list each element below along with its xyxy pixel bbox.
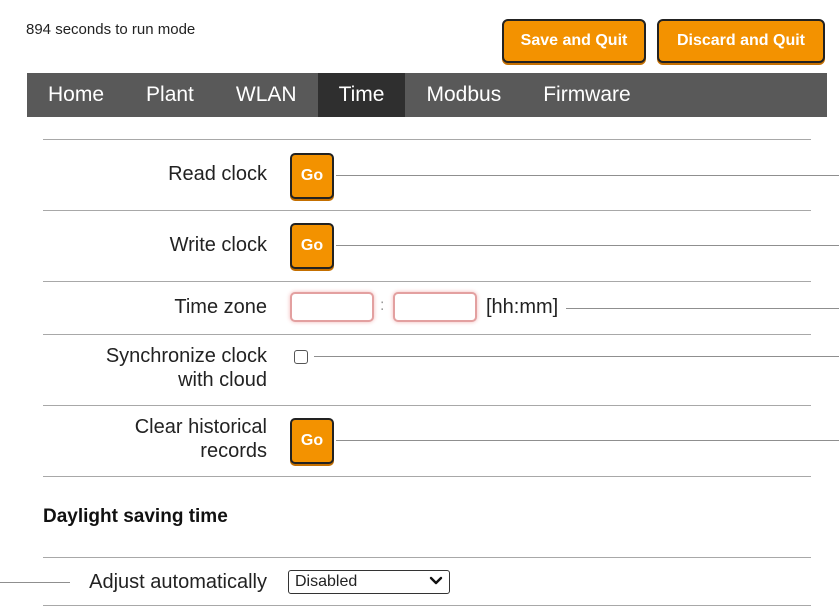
row-divider (43, 476, 811, 477)
clear-history-label-line1: Clear historical (134, 416, 267, 438)
sync-cloud-label-line1: Synchronize clock (105, 345, 267, 367)
time-zone-separator: : (380, 297, 385, 314)
write-clock-go-button[interactable]: Go (290, 223, 334, 269)
time-zone-leader (566, 308, 839, 309)
sync-cloud-leader (314, 356, 839, 357)
row-divider (43, 139, 811, 140)
time-zone-label: Time zone (174, 296, 267, 318)
discard-and-quit-button[interactable]: Discard and Quit (657, 19, 825, 63)
time-zone-minutes-input[interactable] (393, 292, 477, 322)
adjust-automatically-select[interactable]: Disabled (288, 570, 450, 594)
tab-time[interactable]: Time (317, 73, 406, 117)
clear-history-label-line2: records (200, 440, 267, 462)
dst-section-title: Daylight saving time (43, 506, 228, 527)
row-divider (43, 281, 811, 282)
adjust-auto-leader-left (0, 582, 70, 583)
write-clock-label: Write clock (169, 234, 267, 256)
read-clock-go-button[interactable]: Go (290, 153, 334, 199)
sync-cloud-checkbox[interactable] (294, 350, 308, 364)
clear-history-go-button[interactable]: Go (290, 418, 334, 464)
row-divider (43, 605, 811, 606)
chevron-down-icon (429, 576, 443, 585)
adjust-automatically-label: Adjust automatically (89, 571, 267, 593)
tab-home[interactable]: Home (27, 73, 125, 117)
row-divider (43, 334, 811, 335)
main-navigation: Home Plant WLAN Time Modbus Firmware (27, 73, 827, 117)
read-clock-label: Read clock (168, 163, 267, 185)
save-and-quit-button[interactable]: Save and Quit (502, 19, 646, 63)
write-clock-leader (336, 245, 839, 246)
tab-modbus[interactable]: Modbus (405, 73, 522, 117)
clear-history-leader (336, 440, 839, 441)
time-zone-hours-input[interactable] (290, 292, 374, 322)
row-divider (43, 210, 811, 211)
adjust-automatically-value: Disabled (295, 573, 358, 590)
time-zone-format-hint: [hh:mm] (486, 296, 559, 318)
sync-cloud-label-line2: with cloud (178, 369, 267, 391)
row-divider (43, 557, 811, 558)
sync-cloud-label: Synchronize clock with cloud (106, 344, 267, 392)
tab-wlan[interactable]: WLAN (215, 73, 318, 117)
clear-history-label: Clear historical records (135, 415, 267, 463)
tab-firmware[interactable]: Firmware (522, 73, 652, 117)
read-clock-leader (336, 175, 839, 176)
tab-plant[interactable]: Plant (125, 73, 215, 117)
countdown-status: 894 seconds to run mode (26, 21, 196, 38)
row-divider (43, 405, 811, 406)
